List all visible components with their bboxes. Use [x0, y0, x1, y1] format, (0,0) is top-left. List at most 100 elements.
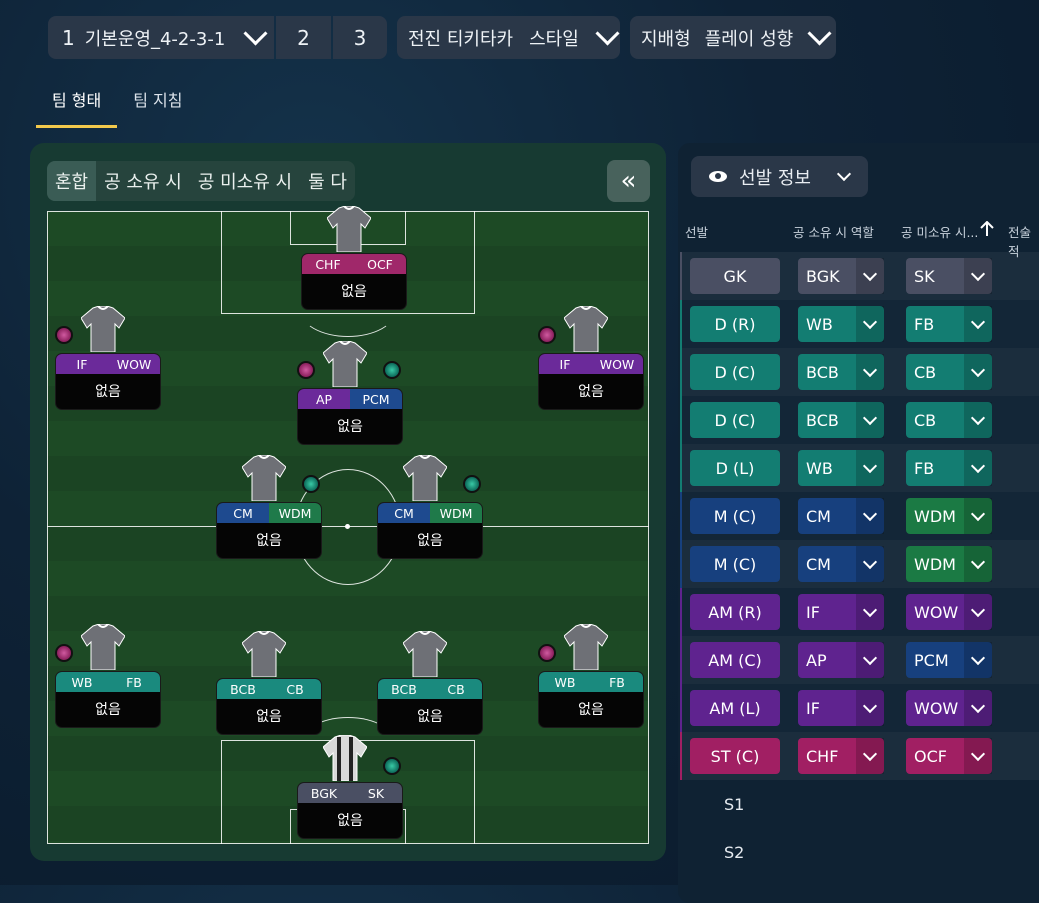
in-possession-role: CM	[378, 503, 430, 523]
player-name: 없음	[578, 702, 604, 718]
player-card[interactable]: CHF OCF 없음	[301, 206, 407, 316]
role-fit-badge-icon	[297, 361, 315, 379]
role-label: PCM	[914, 650, 949, 670]
player-card[interactable]: BCB CB 없음	[216, 631, 322, 741]
sub-slot-1[interactable]: S1	[724, 795, 744, 814]
player-card[interactable]: WB FB 없음	[538, 624, 644, 734]
in-possession-role: CM	[217, 503, 269, 523]
view-tab-both[interactable]: 둘 다	[300, 161, 355, 201]
play-style-select[interactable]: 지배형 플레이 성향	[630, 16, 836, 59]
role-label: WOW	[914, 698, 959, 718]
in-possession-role-dropdown[interactable]: BGK	[798, 258, 884, 294]
slot-3-label: 3	[353, 25, 367, 50]
out-possession-role: WDM	[430, 503, 482, 523]
out-possession-role-dropdown[interactable]: WDM	[906, 546, 992, 582]
player-card[interactable]: IF WOW 없음	[538, 306, 644, 416]
in-possession-role: BCB	[217, 679, 269, 699]
out-possession-role: CB	[430, 679, 482, 699]
col-in-possession-role[interactable]: 공 소유 시 역할	[793, 222, 874, 241]
player-name: 없음	[256, 709, 282, 725]
in-possession-role-dropdown[interactable]: CM	[798, 546, 884, 582]
position-label: M (C)	[690, 546, 780, 582]
in-possession-role: IF	[56, 354, 108, 374]
formation-number: 1	[62, 25, 75, 50]
lineup-info-select[interactable]: 선발 정보	[691, 156, 868, 197]
out-possession-role-dropdown[interactable]: WOW	[906, 690, 992, 726]
play-prefix: 지배형	[641, 28, 691, 50]
style-select[interactable]: 전진 티키타카 스타일	[397, 16, 620, 59]
style-prefix: 전진 티키타카	[408, 28, 514, 50]
chevron-down-icon	[964, 738, 992, 774]
out-possession-role-dropdown[interactable]: WOW	[906, 594, 992, 630]
lineup-info-label: 선발 정보	[739, 167, 811, 189]
in-possession-role: WB	[56, 672, 108, 692]
chevron-down-icon	[964, 354, 992, 390]
play-label: 플레이 성향	[704, 28, 794, 50]
role-fit-badge-icon	[55, 644, 73, 662]
role-label: IF	[806, 698, 820, 718]
shirt-icon	[81, 624, 125, 670]
shirt-icon	[323, 735, 367, 781]
out-possession-role-dropdown[interactable]: FB	[906, 450, 992, 486]
in-possession-role-dropdown[interactable]: BCB	[798, 354, 884, 390]
out-possession-role-dropdown[interactable]: FB	[906, 306, 992, 342]
player-name: 없음	[417, 709, 443, 725]
in-possession-role-dropdown[interactable]: BCB	[798, 402, 884, 438]
out-possession-role-dropdown[interactable]: CB	[906, 402, 992, 438]
player-name: 없음	[256, 533, 282, 549]
sort-arrow-up-icon[interactable]	[980, 220, 994, 237]
in-possession-role-dropdown[interactable]: WB	[798, 306, 884, 342]
tab-team-instructions[interactable]: 팀 지침	[117, 78, 198, 128]
role-label: FB	[914, 458, 935, 478]
view-tab-in-possession[interactable]: 공 소유 시	[96, 161, 190, 201]
out-possession-role-dropdown[interactable]: PCM	[906, 642, 992, 678]
player-card[interactable]: BGK SK 없음	[297, 735, 403, 845]
position-label: AM (L)	[690, 690, 780, 726]
player-card[interactable]: BCB CB 없음	[377, 631, 483, 741]
player-name: 없음	[95, 384, 121, 400]
formation-select[interactable]: 1 기본운영_4-2-3-1	[48, 16, 274, 59]
shirt-icon	[403, 631, 447, 677]
sub-slot-2[interactable]: S2	[724, 843, 744, 862]
tab-team-shape[interactable]: 팀 형태	[36, 78, 118, 128]
view-tab-out-possession[interactable]: 공 미소유 시	[190, 161, 300, 201]
eye-icon	[709, 171, 727, 182]
shirt-icon	[564, 306, 608, 352]
formation-slot-2[interactable]: 2	[276, 16, 331, 59]
chevron-down-icon	[964, 498, 992, 534]
in-possession-role-dropdown[interactable]: IF	[798, 690, 884, 726]
out-possession-role: WOW	[108, 354, 160, 374]
collapse-panel-button[interactable]: «	[607, 160, 650, 202]
player-card[interactable]: WB FB 없음	[55, 624, 161, 734]
player-name: 없음	[417, 533, 443, 549]
player-role-card: CM WDM 없음	[216, 502, 322, 559]
in-possession-role-dropdown[interactable]: CHF	[798, 738, 884, 774]
in-possession-role: AP	[298, 389, 350, 409]
role-label: BGK	[806, 266, 840, 286]
shirt-icon	[327, 206, 371, 252]
col-lineup[interactable]: 선발	[685, 222, 708, 241]
shirt-icon	[323, 341, 367, 387]
player-card[interactable]: CM WDM 없음	[377, 455, 483, 565]
in-possession-role-dropdown[interactable]: AP	[798, 642, 884, 678]
chevron-down-icon	[964, 450, 992, 486]
player-card[interactable]: IF WOW 없음	[55, 306, 161, 416]
position-label: AM (R)	[690, 594, 780, 630]
in-possession-role-dropdown[interactable]: CM	[798, 498, 884, 534]
out-possession-role-dropdown[interactable]: OCF	[906, 738, 992, 774]
formation-slot-3[interactable]: 3	[333, 16, 387, 59]
formation-name: 기본운영_4-2-3-1	[84, 28, 226, 50]
view-tab-mixed[interactable]: 혼합	[47, 161, 97, 201]
out-possession-role-dropdown[interactable]: SK	[906, 258, 992, 294]
out-possession-role: FB	[108, 672, 160, 692]
player-card[interactable]: CM WDM 없음	[216, 455, 322, 565]
in-possession-role-dropdown[interactable]: WB	[798, 450, 884, 486]
out-possession-role-dropdown[interactable]: WDM	[906, 498, 992, 534]
role-fit-badge-icon	[383, 361, 401, 379]
chevron-down-icon	[856, 306, 884, 342]
in-possession-role-dropdown[interactable]: IF	[798, 594, 884, 630]
col-out-possession-role[interactable]: 공 미소유 시...	[901, 222, 978, 241]
player-card[interactable]: AP PCM 없음	[297, 341, 403, 451]
role-label: CM	[806, 554, 831, 574]
out-possession-role-dropdown[interactable]: CB	[906, 354, 992, 390]
